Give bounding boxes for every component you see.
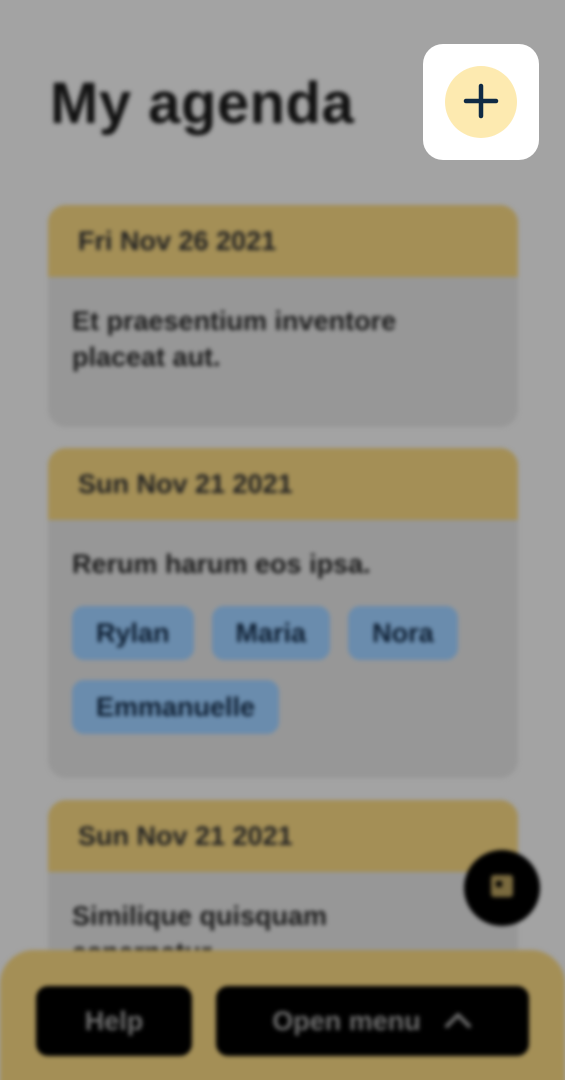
card-body: Rerum harum eos ipsa. Rylan Maria Nora E… bbox=[48, 520, 518, 734]
add-button-highlight bbox=[423, 44, 539, 160]
person-tag[interactable]: Nora bbox=[348, 606, 458, 660]
dimmed-content: My agenda Fri Nov 26 2021 Et praesentium… bbox=[0, 0, 565, 1080]
calendar-button[interactable] bbox=[464, 850, 540, 926]
help-button[interactable]: Help bbox=[36, 986, 192, 1056]
card-date: Fri Nov 26 2021 bbox=[48, 205, 518, 277]
agenda-card[interactable]: Sun Nov 21 2021 Rerum harum eos ipsa. Ry… bbox=[48, 448, 518, 778]
people-tags: Rylan Maria Nora Emmanuelle bbox=[72, 606, 494, 734]
open-menu-label: Open menu bbox=[272, 1005, 421, 1036]
open-menu-button[interactable]: Open menu bbox=[216, 986, 529, 1056]
plus-icon bbox=[463, 83, 499, 122]
page-title: My agenda bbox=[50, 71, 355, 136]
help-label: Help bbox=[84, 1005, 144, 1036]
chevron-up-icon bbox=[443, 1006, 473, 1037]
person-tag[interactable]: Maria bbox=[211, 606, 331, 660]
agenda-card[interactable]: Fri Nov 26 2021 Et praesentium inventore… bbox=[48, 205, 518, 427]
person-tag[interactable]: Rylan bbox=[72, 606, 194, 660]
card-description: Et praesentium inventore placeat aut. bbox=[72, 306, 397, 372]
bottom-bar: Help Open menu bbox=[0, 950, 565, 1080]
card-date: Sun Nov 21 2021 bbox=[48, 800, 518, 872]
card-date: Sun Nov 21 2021 bbox=[48, 448, 518, 520]
add-agenda-button[interactable] bbox=[445, 66, 517, 138]
card-description: Rerum harum eos ipsa. bbox=[72, 549, 371, 579]
agenda-page: My agenda Fri Nov 26 2021 Et praesentium… bbox=[0, 0, 565, 1080]
person-tag[interactable]: Emmanuelle bbox=[72, 680, 280, 734]
calendar-icon bbox=[488, 872, 516, 905]
